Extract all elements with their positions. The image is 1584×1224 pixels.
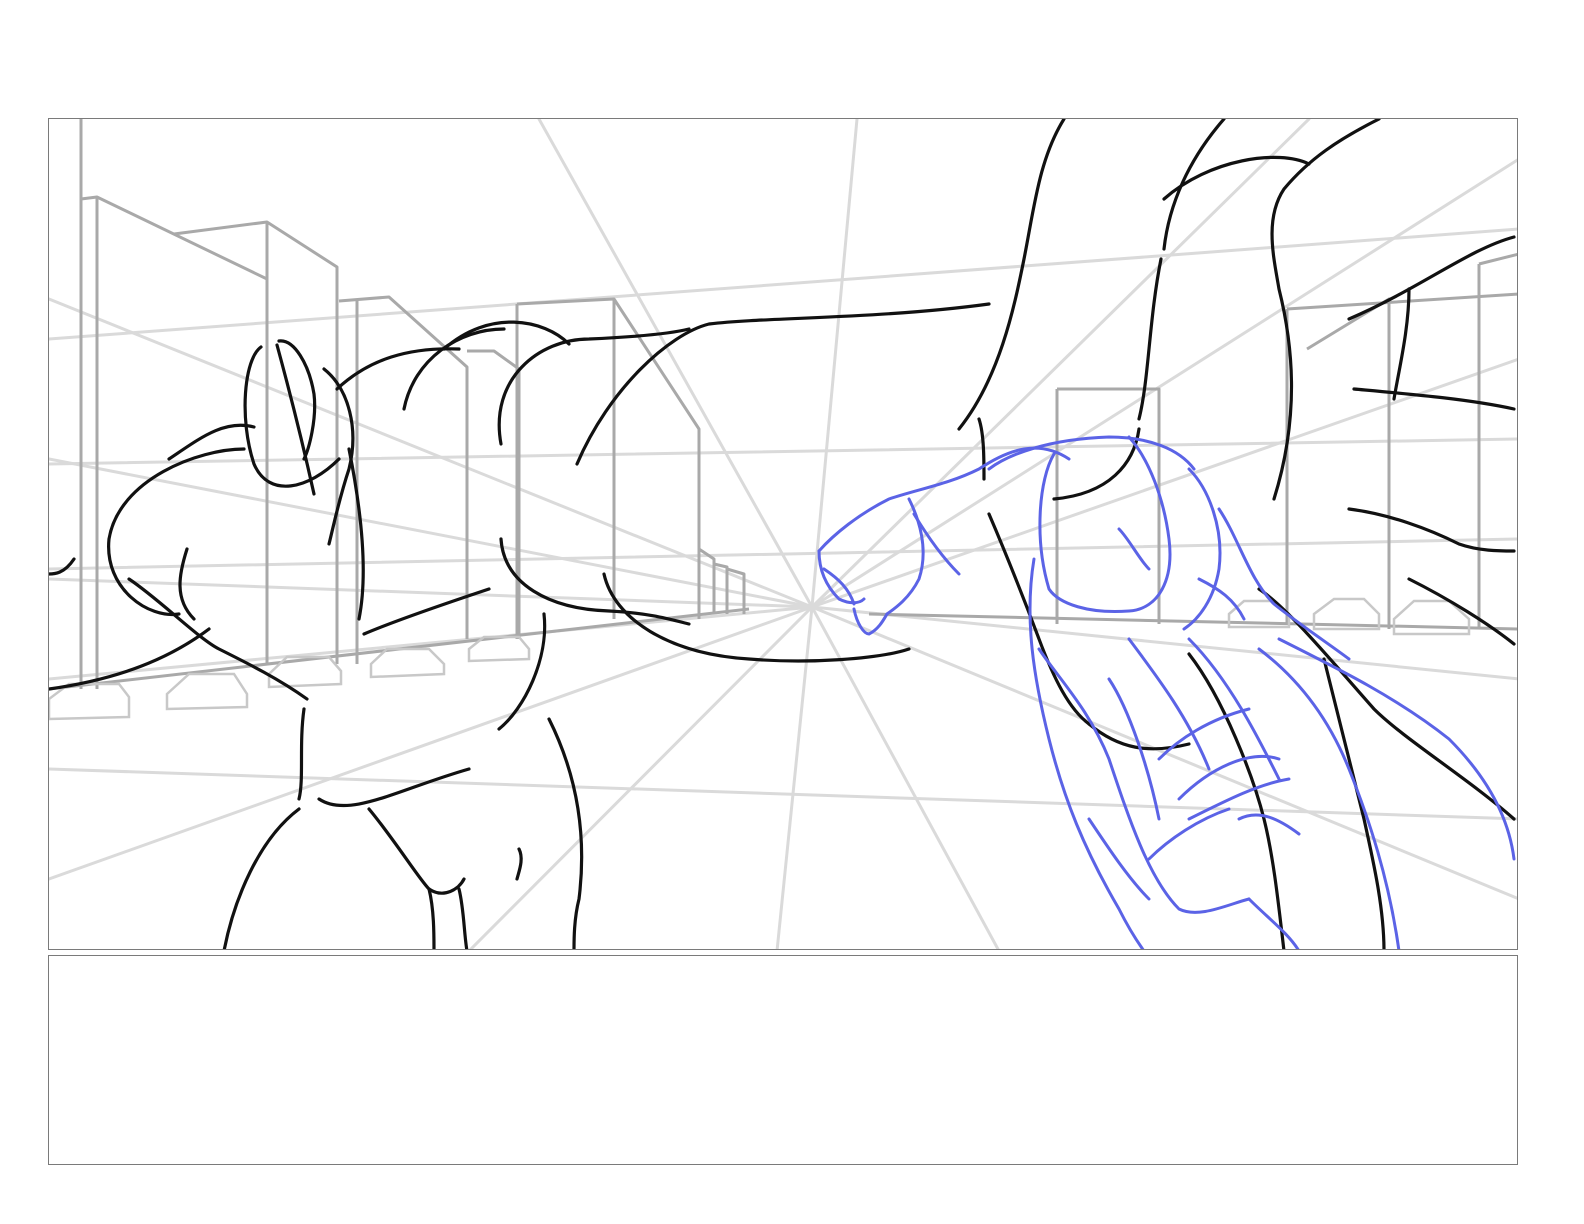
storyboard-notes-panel (48, 955, 1518, 1165)
perspective-guides (49, 119, 1517, 949)
city-buildings (49, 119, 1517, 691)
sketch-drawing (49, 119, 1517, 949)
storyboard-frame-panel (48, 118, 1518, 950)
creature-background-sketch (957, 119, 1516, 949)
hero-figure-blue-sketch (817, 435, 1516, 949)
